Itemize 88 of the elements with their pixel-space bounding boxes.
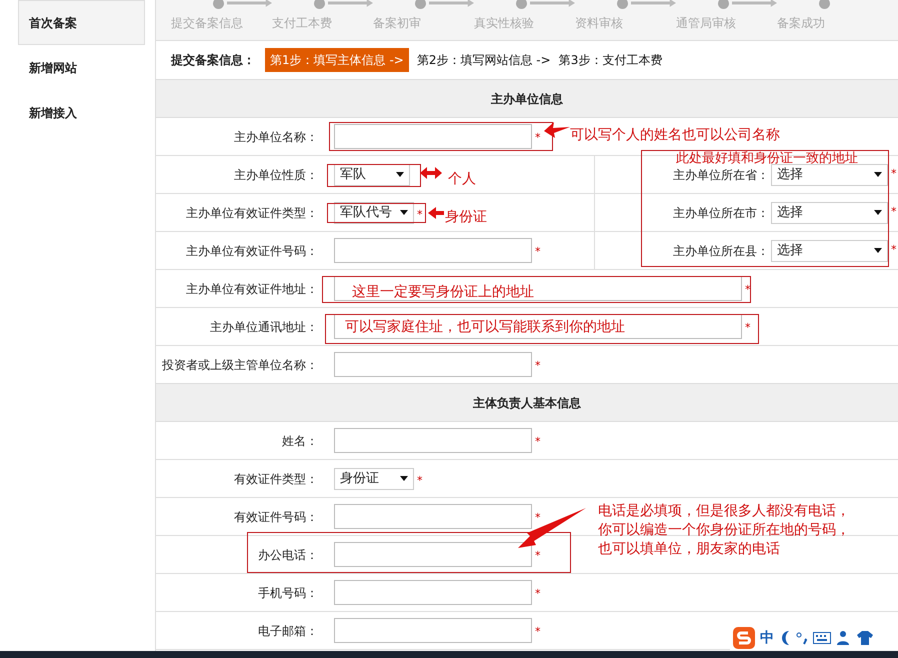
- step-label: 资料审核: [575, 15, 624, 32]
- caret-icon: [400, 476, 408, 481]
- annotation-note: 身份证: [445, 208, 487, 227]
- field-label: 办公电话：: [257, 546, 319, 564]
- arrow-icon: [428, 207, 444, 219]
- field-label: 主办单位性质：: [233, 166, 319, 184]
- caret-icon: [874, 248, 882, 253]
- text-field[interactable]: [334, 542, 532, 567]
- text-field[interactable]: [334, 314, 742, 339]
- field-label: 主办单位名称：: [233, 128, 319, 146]
- step-label: 真实性核验: [474, 15, 535, 32]
- caret-icon: [874, 172, 882, 177]
- field-label: 主办单位所在市：: [672, 204, 770, 222]
- dropdown[interactable]: 军队代号: [334, 202, 414, 224]
- step-label: 支付工本费: [272, 15, 333, 32]
- required-mark: *: [417, 473, 422, 490]
- keyboard-icon[interactable]: [813, 632, 831, 644]
- step-label: 备案成功: [777, 15, 826, 32]
- annotation-note: 可以写个人的姓名也可以公司名称: [570, 126, 780, 145]
- step-label: 备案初审: [373, 15, 422, 32]
- field-label: 投资者或上级主管单位名称：: [161, 356, 319, 374]
- text-field[interactable]: [334, 580, 532, 605]
- text-field[interactable]: [334, 428, 532, 453]
- arrow-icon: [544, 122, 570, 138]
- annotation-note: 可以写家庭住址，也可以写能联系到你的地址: [345, 319, 625, 335]
- required-mark: *: [417, 207, 422, 224]
- step-label: 提交备案信息: [171, 15, 244, 32]
- caret-icon: [396, 172, 404, 177]
- sidebar-item[interactable]: 首次备案: [18, 0, 145, 45]
- text-field[interactable]: [334, 124, 532, 149]
- step-tab[interactable]: 第3步：支付工本费: [558, 51, 662, 69]
- required-mark: *: [535, 548, 540, 564]
- field-label: 主办单位有效证件地址：: [185, 280, 319, 298]
- field-label: 主办单位所在县：: [672, 242, 770, 260]
- step-tab[interactable]: 第2步：填写网站信息 ->: [416, 51, 551, 69]
- arrow-icon: [631, 0, 676, 8]
- caret-icon: [874, 210, 882, 215]
- punctuation-icon[interactable]: [796, 631, 808, 645]
- required-mark: *: [891, 242, 896, 258]
- section-header: 主办单位信息: [156, 80, 898, 118]
- field-label: 电子邮箱：: [257, 622, 319, 640]
- dropdown[interactable]: 军队: [334, 164, 410, 186]
- required-mark: *: [535, 586, 540, 602]
- required-mark: *: [535, 358, 540, 374]
- required-mark: *: [891, 204, 896, 220]
- arrow-icon: [227, 0, 272, 8]
- field-label: 姓名：: [281, 432, 319, 450]
- arrow-icon: [328, 0, 373, 8]
- arrow-icon: [429, 0, 474, 8]
- required-mark: *: [535, 624, 540, 640]
- arrow-icon: [732, 0, 777, 8]
- user-icon[interactable]: [836, 630, 852, 646]
- field-label: 有效证件类型：: [233, 470, 319, 488]
- required-mark: *: [535, 510, 540, 526]
- field-label: 主办单位有效证件号码：: [185, 242, 319, 260]
- dropdown[interactable]: 选择: [771, 202, 888, 224]
- text-field[interactable]: [334, 618, 532, 643]
- shirt-icon[interactable]: [857, 631, 873, 645]
- moon-icon[interactable]: [779, 631, 791, 645]
- field-label: 主办单位有效证件类型：: [185, 204, 319, 222]
- field-label: 主办单位通讯地址：: [209, 318, 319, 336]
- annotation-note: 个人: [448, 170, 476, 189]
- caret-icon: [400, 210, 408, 215]
- required-mark: *: [891, 166, 896, 182]
- text-field[interactable]: [334, 238, 532, 263]
- required-mark: *: [745, 282, 750, 298]
- field-label: 有效证件号码：: [233, 508, 319, 526]
- field-label: 手机号码：: [257, 584, 319, 602]
- dropdown[interactable]: 身份证: [334, 468, 414, 490]
- annotation-note: 这里一定要写身份证上的地址: [352, 283, 534, 302]
- input-mode-toggle[interactable]: 中: [760, 628, 774, 648]
- text-field[interactable]: [334, 504, 532, 529]
- step-bar-label: 提交备案信息：: [171, 52, 255, 69]
- step-label: 通管局审核: [676, 15, 737, 32]
- field-label: 主办单位所在省：: [672, 166, 770, 184]
- annotation-note: 电话是必填项，但是很多人都没有电话，你可以编造一个你身份证所在地的号码，也可以填单位，朋友家的电话: [598, 502, 851, 559]
- step-tab[interactable]: 第1步：填写主体信息 ->: [265, 48, 409, 72]
- text-field[interactable]: [334, 352, 532, 377]
- required-mark: *: [535, 244, 540, 260]
- arrow-icon: [530, 0, 575, 8]
- arrow-icon: [420, 167, 442, 179]
- required-mark: *: [535, 434, 540, 450]
- required-mark: *: [535, 130, 540, 146]
- annotation-note: 此处最好填和身份证一致的地址: [676, 151, 858, 166]
- required-mark: *: [745, 320, 750, 336]
- dropdown[interactable]: 选择: [771, 164, 888, 186]
- dropdown[interactable]: 选择: [771, 240, 888, 262]
- section-header: 主体负责人基本信息: [156, 384, 898, 422]
